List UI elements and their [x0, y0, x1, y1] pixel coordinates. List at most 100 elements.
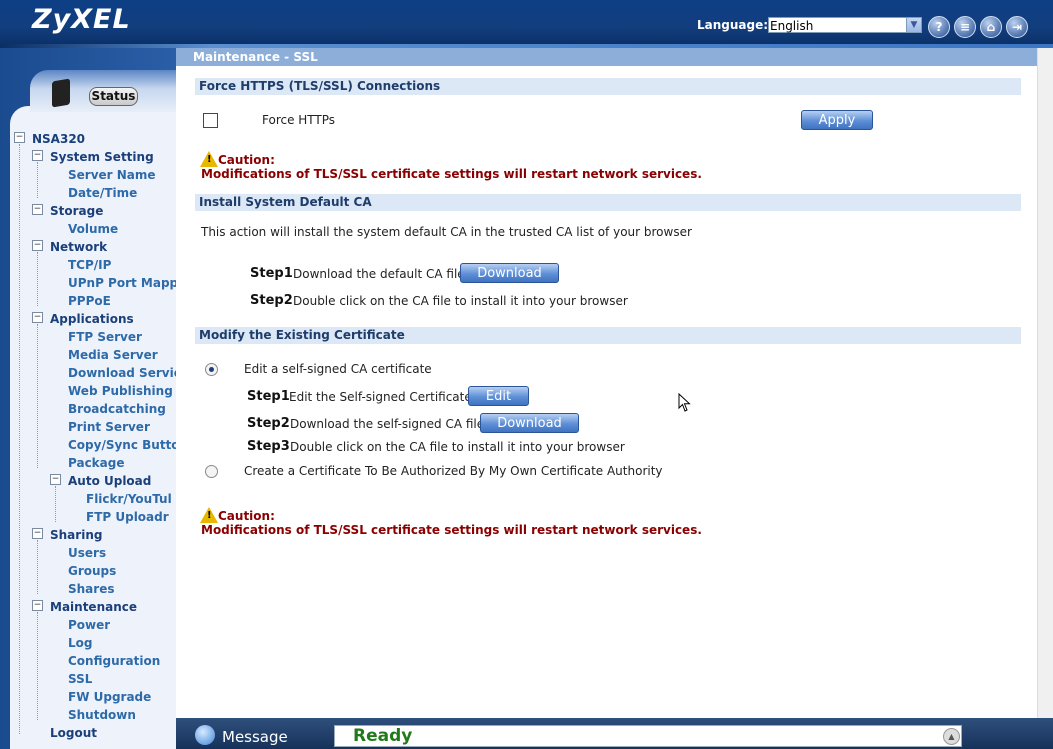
sidebar-item-shares[interactable]: Shares [68, 582, 114, 596]
collapse-icon[interactable]: − [32, 600, 43, 611]
sidebar-item-sharing[interactable]: Sharing [50, 528, 102, 542]
sidebar-item-ssl[interactable]: SSL [68, 672, 92, 686]
message-label: Message [222, 728, 288, 746]
tree-line [37, 324, 38, 468]
sidebar-item-shutdown[interactable]: Shutdown [68, 708, 136, 722]
radio-selected-dot [209, 367, 214, 372]
collapse-icon[interactable]: − [50, 474, 61, 485]
sidebar-item-package[interactable]: Package [68, 456, 125, 470]
sidebar-item-media-server[interactable]: Media Server [68, 348, 158, 362]
collapse-icon[interactable]: − [32, 150, 43, 161]
logout-icon[interactable]: ⇥ [1006, 16, 1028, 38]
caution-message-2: Modifications of TLS/SSL certificate set… [201, 523, 702, 537]
caution-title-2: Caution: [218, 509, 275, 523]
sidebar-item-ftp-uploadr[interactable]: FTP Uploadr [86, 510, 169, 524]
modify-step3-text: Double click on the CA file to install i… [290, 440, 625, 454]
force-https-label: Force HTTPs [262, 113, 336, 127]
sidebar-item-auto-upload[interactable]: Auto Upload [68, 474, 151, 488]
install-step1-label: Step1 [250, 266, 293, 281]
message-box [334, 725, 962, 747]
sidebar-item-upnp[interactable]: UPnP Port Mappi [68, 276, 176, 290]
install-step2-text: Double click on the CA file to install i… [293, 294, 628, 308]
modify-step3-label: Step3 [247, 439, 290, 454]
sidebar-item-web-publishing[interactable]: Web Publishing [68, 384, 173, 398]
sidebar-item-log[interactable]: Log [68, 636, 92, 650]
install-ca-description: This action will install the system defa… [201, 225, 692, 239]
collapse-icon[interactable]: − [32, 528, 43, 539]
sidebar-item-maintenance[interactable]: Maintenance [50, 600, 137, 614]
tree-line [37, 162, 38, 198]
modify-step2-label: Step2 [247, 416, 290, 431]
sidebar-item-logout[interactable]: Logout [50, 726, 97, 740]
sidebar-item-fw-upgrade[interactable]: FW Upgrade [68, 690, 151, 704]
own-ca-option-label: Create a Certificate To Be Authorized By… [244, 464, 663, 478]
message-icon [195, 725, 215, 745]
install-step2-label: Step2 [250, 293, 293, 308]
collapse-icon[interactable]: − [32, 204, 43, 215]
status-tab[interactable]: Status [30, 70, 176, 112]
sidebar-item-broadcatching[interactable]: Broadcatching [68, 402, 166, 416]
tree-root-nsa320[interactable]: NSA320 [32, 132, 85, 146]
language-value: English [770, 19, 814, 33]
vertical-scrollbar[interactable] [1037, 48, 1053, 718]
language-select[interactable]: English ▼ [768, 17, 922, 33]
sidebar-item-configuration[interactable]: Configuration [68, 654, 160, 668]
warning-icon: ! [200, 151, 218, 167]
modify-step2-text: Download the self-signed CA file [290, 417, 485, 431]
collapse-icon[interactable]: − [14, 132, 25, 143]
sidebar-item-groups[interactable]: Groups [68, 564, 116, 578]
sidebar-item-volume[interactable]: Volume [68, 222, 118, 236]
main-content [176, 48, 1037, 718]
sidebar-item-storage[interactable]: Storage [50, 204, 103, 218]
sidebar-item-power[interactable]: Power [68, 618, 110, 632]
caution-message: Modifications of TLS/SSL certificate set… [201, 167, 702, 181]
caution-title: Caution: [218, 153, 275, 167]
collapse-icon[interactable]: − [32, 240, 43, 251]
mouse-cursor-icon [678, 393, 691, 412]
self-signed-option-label: Edit a self-signed CA certificate [244, 362, 432, 376]
collapse-icon[interactable]: − [32, 312, 43, 323]
notes-icon[interactable]: ≡ [954, 16, 976, 38]
tree-line [37, 540, 38, 594]
page-title: Maintenance - SSL [176, 48, 1037, 66]
chevron-down-icon[interactable]: ▼ [906, 18, 921, 32]
status-label: Status [89, 87, 138, 106]
sidebar-item-applications[interactable]: Applications [50, 312, 134, 326]
sidebar-item-flickr-youtube[interactable]: Flickr/YouTul [86, 492, 176, 506]
home-icon[interactable]: ⌂ [980, 16, 1002, 38]
apply-button[interactable]: Apply [801, 110, 873, 130]
install-step1-text: Download the default CA file [293, 267, 465, 281]
download-default-ca-button[interactable]: Download [460, 263, 559, 283]
sidebar-item-copy-sync[interactable]: Copy/Sync Butto [68, 438, 176, 452]
language-label: Language: [697, 18, 769, 32]
sidebar-item-tcp-ip[interactable]: TCP/IP [68, 258, 111, 272]
tree-line [19, 144, 20, 734]
own-ca-radio[interactable] [205, 465, 218, 478]
sidebar-item-ftp-server[interactable]: FTP Server [68, 330, 142, 344]
tree-line [37, 252, 38, 306]
section-force-https-heading: Force HTTPS (TLS/SSL) Connections [195, 78, 1021, 95]
sidebar-item-pppoe[interactable]: PPPoE [68, 294, 111, 308]
chevron-up-icon[interactable]: ▲ [943, 728, 960, 745]
sidebar-item-print-server[interactable]: Print Server [68, 420, 150, 434]
device-icon [52, 78, 70, 108]
download-self-signed-button[interactable]: Download [480, 413, 579, 433]
tree-line [55, 486, 56, 522]
warning-icon: ! [200, 507, 218, 523]
help-icon[interactable]: ? [928, 16, 950, 38]
sidebar-item-download-service[interactable]: Download Servic [68, 366, 176, 380]
self-signed-radio[interactable] [205, 363, 218, 376]
zyxel-logo: ZyXEL [32, 4, 131, 35]
modify-step1-text: Edit the Self-signed Certificate [289, 390, 472, 404]
sidebar-item-network[interactable]: Network [50, 240, 107, 254]
sidebar-item-server-name[interactable]: Server Name [68, 168, 156, 182]
sidebar-item-date-time[interactable]: Date/Time [68, 186, 137, 200]
sidebar-item-system-setting[interactable]: System Setting [50, 150, 154, 164]
status-text: Ready [353, 726, 413, 746]
force-https-checkbox[interactable] [203, 113, 218, 128]
tree-line [37, 612, 38, 720]
modify-step1-label: Step1 [247, 389, 290, 404]
edit-certificate-button[interactable]: Edit [468, 386, 529, 406]
sidebar-item-users[interactable]: Users [68, 546, 106, 560]
section-install-ca-heading: Install System Default CA [195, 194, 1021, 211]
